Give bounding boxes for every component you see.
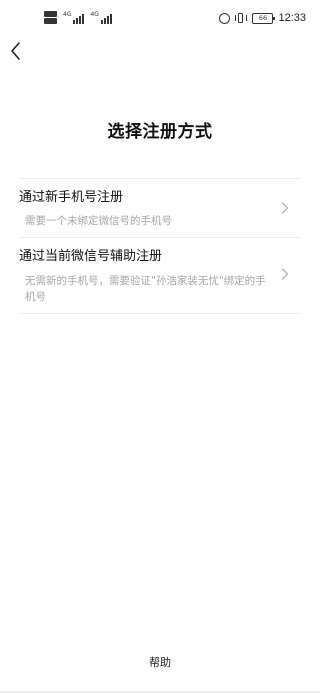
- option-wechat-assist[interactable]: 通过当前微信号辅助注册 无需新的手机号，需要验证"孙浩家装无忧"绑定的手机号: [19, 238, 301, 313]
- sim2-network-label: 4G: [90, 11, 99, 18]
- chevron-right-icon: [281, 268, 289, 280]
- battery-icon: 66: [252, 12, 276, 24]
- option-title: 通过当前微信号辅助注册: [19, 249, 163, 264]
- signal-icon-sim1: 4G: [63, 11, 85, 24]
- option-new-phone[interactable]: 通过新手机号注册 需要一个未绑定微信号的手机号: [19, 179, 301, 237]
- chevron-right-icon: [281, 202, 289, 214]
- status-time: 12:33: [278, 12, 306, 24]
- register-method-page: 4G 4G 66 12:33 选择注册方式 通过新手机号注册 需要一个未绑定微信…: [0, 0, 320, 693]
- help-link[interactable]: 帮助: [0, 654, 320, 670]
- option-title: 通过新手机号注册: [19, 190, 124, 205]
- sim1-network-label: 4G: [63, 11, 72, 18]
- vibrate-icon: [235, 13, 248, 23]
- register-options-list: 通过新手机号注册 需要一个未绑定微信号的手机号 通过当前微信号辅助注册 无需新的…: [19, 178, 301, 314]
- status-bar-right: 66 12:33: [219, 12, 306, 24]
- divider: [19, 313, 301, 314]
- signal-icon-sim2: 4G: [90, 11, 112, 24]
- chevron-left-icon: [11, 42, 20, 60]
- status-bar-left: 4G 4G: [44, 11, 112, 24]
- back-button[interactable]: [6, 40, 28, 62]
- hd-icon: [44, 11, 57, 24]
- alarm-icon: [219, 12, 231, 24]
- status-bar: 4G 4G 66 12:33: [0, 0, 320, 38]
- page-title: 选择注册方式: [107, 122, 213, 142]
- option-description: 无需新的手机号，需要验证"孙浩家装无忧"绑定的手机号: [25, 275, 266, 303]
- option-description: 需要一个未绑定微信号的手机号: [25, 215, 172, 227]
